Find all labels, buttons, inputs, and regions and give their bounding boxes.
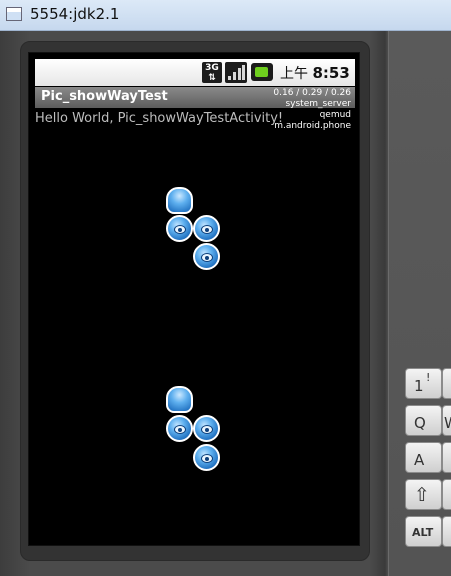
process-name: qemud: [319, 110, 351, 120]
key-partial[interactable]: [442, 368, 451, 399]
window-app-icon: [6, 7, 22, 21]
network-3g-icon: 3G ⇅: [202, 62, 222, 83]
sprite-icon: [193, 215, 220, 242]
battery-charging-icon: [251, 63, 273, 81]
sprite-icon: [193, 415, 220, 442]
sprite-icon: [193, 444, 220, 471]
android-status-bar: 3G ⇅ 上午 8:53: [35, 59, 355, 86]
sprite-icon: [166, 415, 193, 442]
signal-strength-icon: [225, 62, 247, 83]
cpu-load-average: 0.16 / 0.29 / 0.26: [273, 88, 351, 98]
key-partial[interactable]: [442, 479, 451, 510]
activity-title: Pic_showWayTest: [41, 89, 168, 104]
device-screen[interactable]: 3G ⇅ 上午 8:53 Pic_showWayTest 0.16 / 0.29 …: [28, 52, 360, 546]
process-name: system_server: [285, 99, 351, 109]
sprite-icon: [166, 187, 193, 214]
key-partial[interactable]: [442, 442, 451, 473]
window-title: 5554:jdk2.1: [30, 5, 120, 23]
hello-text: Hello World, Pic_showWayTestActivity!: [35, 111, 284, 126]
process-name: m.android.phone: [274, 121, 351, 131]
key-1[interactable]: 1!: [405, 368, 442, 399]
key-shift[interactable]: ⇧: [405, 479, 442, 510]
key-q[interactable]: Q: [405, 405, 442, 436]
sprite-icon: [193, 243, 220, 270]
shift-arrow-icon: ⇧: [414, 484, 430, 506]
status-clock: 上午 8:53: [280, 64, 350, 82]
key-a[interactable]: A: [405, 442, 442, 473]
key-w-partial[interactable]: W: [442, 405, 451, 436]
key-alt[interactable]: ALT: [405, 516, 442, 547]
key-partial[interactable]: [442, 516, 451, 547]
sprite-icon: [166, 386, 193, 413]
sprite-icon: [166, 215, 193, 242]
window-title-bar: 5554:jdk2.1: [0, 0, 451, 31]
